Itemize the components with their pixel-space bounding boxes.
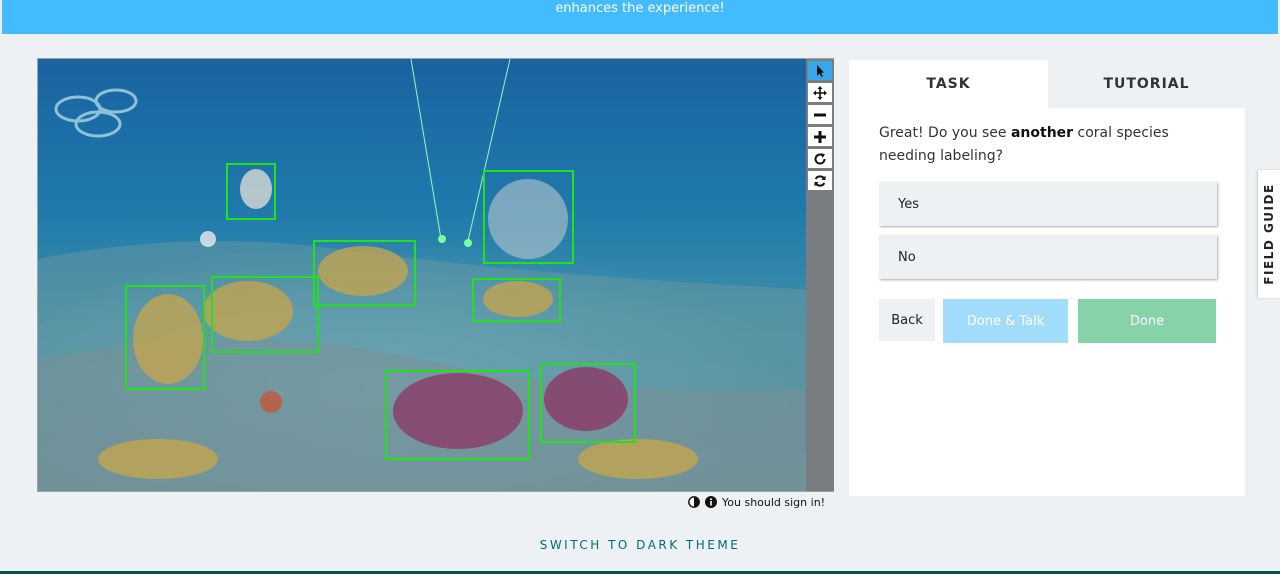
plus-icon (814, 130, 826, 143)
announcement-banner: enhances the experience! (2, 0, 1278, 34)
task-panel: TASK TUTORIAL Great! Do you see another … (849, 60, 1245, 496)
contrast-icon[interactable] (688, 496, 700, 508)
tab-task[interactable]: TASK (849, 60, 1048, 108)
pointer-tool-button[interactable] (808, 61, 832, 80)
zoom-in-button[interactable] (808, 127, 832, 146)
switch-theme-link[interactable]: SWITCH TO DARK THEME (0, 538, 1280, 552)
rotate-button[interactable] (808, 149, 832, 168)
annotation-box[interactable] (472, 278, 561, 322)
task-question: Great! Do you see another coral species … (879, 122, 1219, 168)
annotation-box[interactable] (226, 163, 276, 220)
tab-tutorial[interactable]: TUTORIAL (1048, 60, 1245, 108)
annotation-box[interactable] (385, 370, 530, 460)
answer-yes-button[interactable]: Yes (879, 182, 1217, 226)
field-guide-label: FIELD GUIDE (1262, 183, 1276, 285)
image-viewer (37, 58, 834, 492)
info-icon[interactable] (705, 496, 717, 508)
question-text-start: Great! Do you see (879, 125, 1011, 141)
rotate-icon (814, 152, 826, 165)
question-emphasis: another (1010, 125, 1074, 141)
done-button[interactable]: Done (1078, 299, 1216, 343)
sign-in-status: You should sign in! (688, 494, 825, 510)
zoom-out-button[interactable] (808, 105, 832, 124)
done-and-talk-button[interactable]: Done & Talk (943, 299, 1068, 343)
move-tool-button[interactable] (808, 83, 832, 102)
answer-no-label: No (898, 249, 916, 265)
annotation-box[interactable] (211, 276, 319, 353)
minus-icon (814, 113, 826, 116)
reset-button[interactable] (808, 171, 832, 190)
pointer-icon (817, 64, 824, 77)
move-icon (813, 85, 827, 100)
panel-tabs: TASK TUTORIAL (849, 60, 1245, 108)
banner-text: enhances the experience! (555, 1, 725, 16)
field-guide-tab[interactable]: FIELD GUIDE (1258, 170, 1280, 298)
back-button[interactable]: Back (879, 299, 935, 341)
answer-yes-label: Yes (898, 196, 919, 212)
answer-no-button[interactable]: No (879, 235, 1217, 279)
annotation-box[interactable] (483, 170, 574, 264)
status-text: You should sign in! (722, 495, 826, 509)
reset-icon (814, 174, 826, 187)
image-toolbar (806, 59, 834, 491)
annotation-box[interactable] (313, 240, 416, 306)
annotation-box[interactable] (125, 285, 205, 390)
annotation-box[interactable] (540, 363, 636, 443)
